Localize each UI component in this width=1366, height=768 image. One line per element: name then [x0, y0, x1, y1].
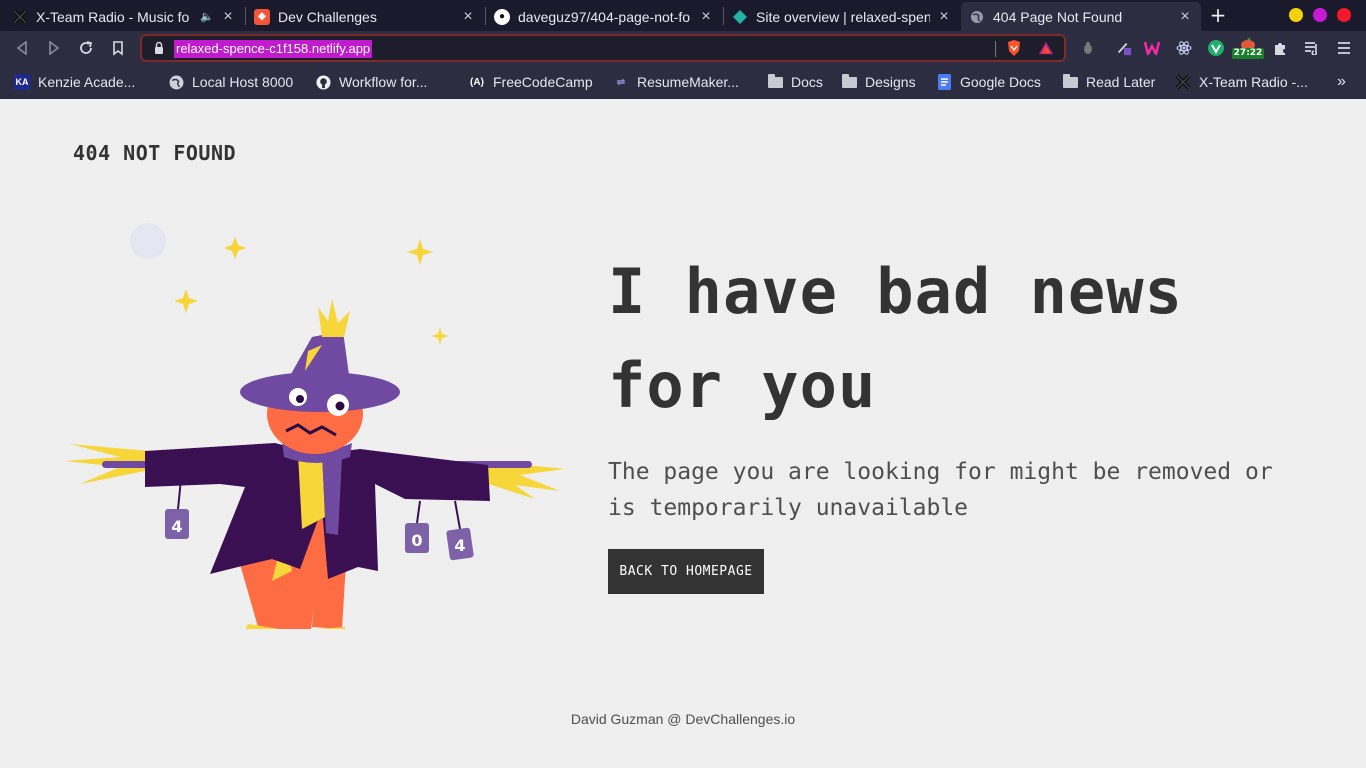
page-content: 404 NOT FOUND 4 0 4 I have bad news for … — [0, 99, 1366, 768]
timer-badge: 27:22 — [1231, 47, 1265, 59]
freecodecamp-icon: (A) — [470, 76, 484, 88]
folder-icon — [1062, 73, 1078, 90]
reload-button[interactable] — [76, 38, 96, 58]
globe-icon — [969, 9, 985, 25]
x-team-icon — [1175, 74, 1191, 90]
close-tab-icon[interactable]: × — [460, 8, 476, 26]
lock-icon — [155, 41, 163, 54]
bookmark-folder-read-later[interactable]: Read Later — [1062, 73, 1155, 91]
address-bar[interactable]: relaxed-spence-c1f158.netlify.app — [140, 34, 1066, 62]
browser-toolbar: relaxed-spence-c1f158.netlify.app 27:22 — [0, 31, 1366, 65]
kenzie-icon: KA — [14, 74, 30, 90]
netlify-icon — [732, 9, 748, 25]
maximize-button[interactable] — [1313, 8, 1327, 22]
tab-github-repo[interactable]: ● daveguz97/404-page-not-fo × — [486, 2, 722, 31]
url-text[interactable]: relaxed-spence-c1f158.netlify.app — [174, 40, 373, 58]
extension-vue-icon[interactable] — [1208, 40, 1224, 56]
can-label-right: 4 — [454, 536, 465, 555]
page-footer: David Guzman @ DevChallenges.io — [570, 711, 796, 727]
back-button[interactable] — [12, 38, 32, 58]
extension-timer-icon[interactable]: 27:22 — [1231, 34, 1265, 62]
close-tab-icon[interactable]: × — [698, 8, 714, 26]
folder-icon — [767, 73, 783, 90]
tab-xteam-radio[interactable]: X-Team Radio - Music fo 🔈 × — [4, 2, 244, 31]
extension-w-icon[interactable] — [1144, 40, 1160, 56]
bookmark-folder-docs[interactable]: Docs — [767, 73, 823, 91]
google-docs-icon — [936, 74, 952, 90]
can-label-middle: 0 — [411, 531, 422, 550]
globe-icon — [168, 74, 184, 90]
react-devtools-icon[interactable] — [1176, 40, 1192, 56]
site-brand[interactable]: 404 NOT FOUND — [73, 141, 236, 165]
hat-cone — [278, 331, 352, 397]
menu-icon[interactable] — [1336, 40, 1352, 56]
extension-bug-icon[interactable] — [1080, 40, 1096, 56]
tab-404-page[interactable]: 404 Page Not Found × — [961, 2, 1201, 31]
address-bar-divider — [995, 41, 996, 57]
scarecrow-illustration: 4 0 4 — [65, 223, 565, 629]
brave-shields-icon[interactable] — [1006, 40, 1022, 56]
speaker-icon[interactable]: 🔈 — [200, 10, 214, 23]
bookmark-resumemaker[interactable]: ⇌ ResumeMaker... — [613, 73, 739, 91]
bookmark-xteam-radio[interactable]: X-Team Radio -... — [1175, 73, 1308, 91]
close-tab-icon[interactable]: × — [220, 8, 236, 26]
extensions-puzzle-icon[interactable] — [1272, 40, 1288, 56]
close-tab-icon[interactable]: × — [1177, 8, 1193, 26]
back-to-homepage-button[interactable]: BACK TO HOMEPAGE — [608, 549, 764, 594]
bookmark-freecodecamp[interactable]: (A) FreeCodeCamp — [469, 73, 593, 91]
github-icon: ● — [494, 8, 510, 25]
folder-icon — [841, 73, 857, 90]
moon-shape — [130, 223, 166, 259]
resumemaker-icon: ⇌ — [616, 76, 626, 88]
forward-arrow-icon — [49, 41, 60, 55]
reload-icon — [80, 41, 93, 54]
tab-dev-challenges[interactable]: ◈ Dev Challenges × — [246, 2, 484, 31]
devchallenges-icon: ◈ — [254, 8, 270, 25]
bookmark-google-docs[interactable]: Google Docs — [936, 73, 1041, 91]
tab-netlify-site[interactable]: Site overview | relaxed-spen × — [724, 2, 960, 31]
sparkles — [174, 237, 449, 345]
minimize-button[interactable] — [1289, 8, 1303, 22]
extension-eyedropper-icon[interactable] — [1116, 40, 1132, 56]
page-headline: I have bad news for you — [608, 255, 1183, 422]
new-tab-button[interactable]: + — [1208, 3, 1228, 27]
can-label-left: 4 — [171, 517, 182, 536]
close-tab-icon[interactable]: × — [936, 8, 952, 26]
media-playlist-icon[interactable] — [1304, 40, 1320, 56]
x-team-icon — [12, 8, 28, 25]
bookmarks-bar: KA Kenzie Acade... Local Host 8000 Workf… — [0, 65, 1366, 99]
bookmark-localhost[interactable]: Local Host 8000 — [168, 73, 293, 91]
bookmark-icon — [113, 40, 123, 56]
more-bookmarks-button[interactable]: » — [1337, 73, 1346, 91]
bookmark-folder-designs[interactable]: Designs — [841, 73, 916, 91]
browser-tab-bar: X-Team Radio - Music fo 🔈 × ◈ Dev Challe… — [0, 0, 1366, 31]
brave-rewards-icon[interactable] — [1038, 40, 1054, 56]
forward-button[interactable] — [44, 38, 64, 58]
bookmark-kenzie[interactable]: KA Kenzie Acade... — [14, 73, 135, 91]
bookmark-button[interactable] — [108, 38, 128, 58]
hat-straw — [318, 299, 350, 337]
page-subtext: The page you are looking for might be re… — [608, 459, 1273, 521]
close-window-button[interactable] — [1337, 8, 1351, 22]
back-arrow-icon — [16, 41, 27, 55]
github-icon — [315, 74, 331, 90]
bookmark-workflow[interactable]: Workflow for... — [315, 73, 427, 91]
